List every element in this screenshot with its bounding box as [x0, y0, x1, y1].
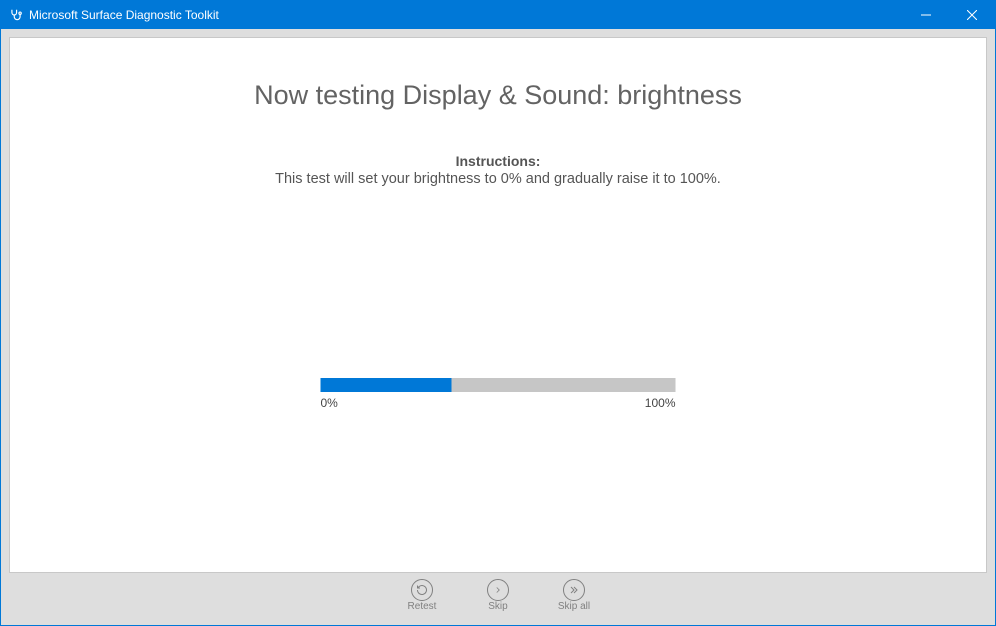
progress-fill: [321, 378, 452, 392]
progress-max-label: 100%: [645, 396, 676, 410]
progress-labels: 0% 100%: [321, 396, 676, 410]
titlebar: Microsoft Surface Diagnostic Toolkit: [1, 1, 995, 29]
skip-label: Skip: [488, 602, 507, 612]
page-heading: Now testing Display & Sound: brightness: [10, 80, 986, 111]
instructions-text: This test will set your brightness to 0%…: [10, 171, 986, 187]
progress-min-label: 0%: [321, 396, 338, 410]
skip-icon: [487, 579, 509, 601]
content-panel: Now testing Display & Sound: brightness …: [9, 37, 987, 573]
instructions-label: Instructions:: [10, 153, 986, 169]
retest-icon: [411, 579, 433, 601]
close-button[interactable]: [949, 1, 995, 29]
client-area: Now testing Display & Sound: brightness …: [1, 29, 995, 625]
skip-button[interactable]: Skip: [473, 579, 523, 612]
retest-button[interactable]: Retest: [397, 579, 447, 612]
footer: Retest Skip Skip all: [9, 573, 987, 617]
minimize-button[interactable]: [903, 1, 949, 29]
window-controls: [903, 1, 995, 29]
retest-label: Retest: [408, 602, 437, 612]
skip-all-button[interactable]: Skip all: [549, 579, 599, 612]
stethoscope-icon: [9, 8, 23, 22]
progress-track: [321, 378, 676, 392]
app-window: Microsoft Surface Diagnostic Toolkit Now…: [0, 0, 996, 626]
skip-all-label: Skip all: [558, 602, 590, 612]
window-title: Microsoft Surface Diagnostic Toolkit: [29, 8, 219, 22]
skip-all-icon: [563, 579, 585, 601]
progress-bar: 0% 100%: [321, 378, 676, 410]
